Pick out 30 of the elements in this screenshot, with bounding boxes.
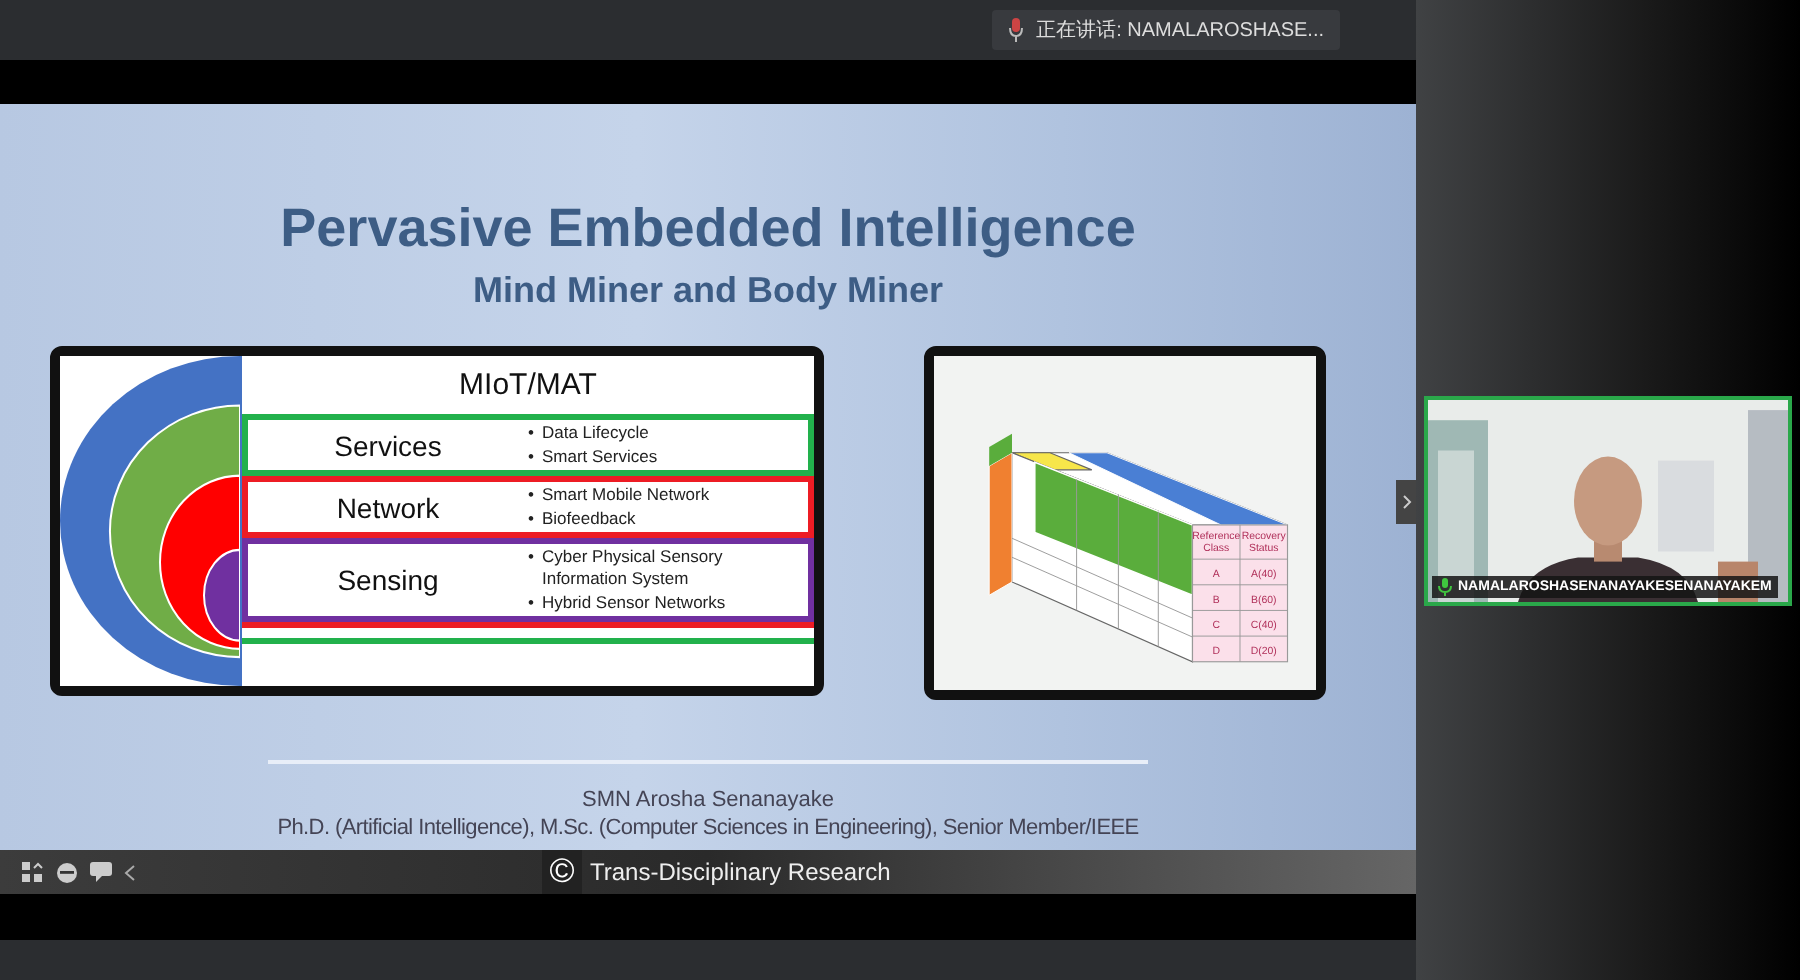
layer-bullet: Biofeedback [541, 507, 636, 530]
expand-tab[interactable] [1396, 480, 1416, 524]
slide-subtitle: Mind Miner and Body Miner [472, 270, 943, 312]
microphone-icon [1008, 18, 1025, 42]
layer-name: Network [334, 491, 442, 523]
bullet-marker: • [528, 507, 534, 530]
layer-bullet: Cyber Physical Sensory Information System [541, 546, 725, 592]
layer-name: Services [332, 429, 444, 461]
author-credentials: Ph.D. (Artificial Intelligence), M.Sc. (Computer Sciences in Engineering), Senior Member/IEEE [277, 816, 1139, 840]
speaker-label: 正在讲话: NAMALAROSHASE... [1036, 17, 1324, 44]
chevron-icon [1401, 494, 1411, 510]
footer-text: Trans-Disciplinary Research [590, 858, 891, 886]
diagram-header: MIoT/MAT [457, 366, 599, 406]
bullet-marker: • [528, 591, 534, 615]
microphone-icon [1438, 578, 1452, 596]
copyright-symbol: © [542, 850, 582, 894]
slide-title: Pervasive Embedded Intelligence [280, 198, 1136, 260]
bullet-marker: • [528, 484, 534, 507]
apps-icon[interactable] [22, 861, 44, 883]
layer-bullet: Smart Mobile Network [541, 484, 710, 507]
bullet-marker: • [528, 546, 534, 570]
author-name: SMN Arosha Senanayake [582, 788, 834, 812]
layer-name: Sensing [335, 564, 441, 597]
collapse-icon[interactable] [124, 863, 136, 881]
layer-bullet: Smart Services [541, 445, 658, 468]
layer-bullet: Data Lifecycle [541, 422, 649, 445]
layer-bullet: Hybrid Sensor Networks [541, 591, 726, 615]
chat-icon[interactable] [90, 862, 112, 882]
bullet-marker: • [528, 445, 534, 468]
bullet-marker: • [528, 422, 534, 445]
